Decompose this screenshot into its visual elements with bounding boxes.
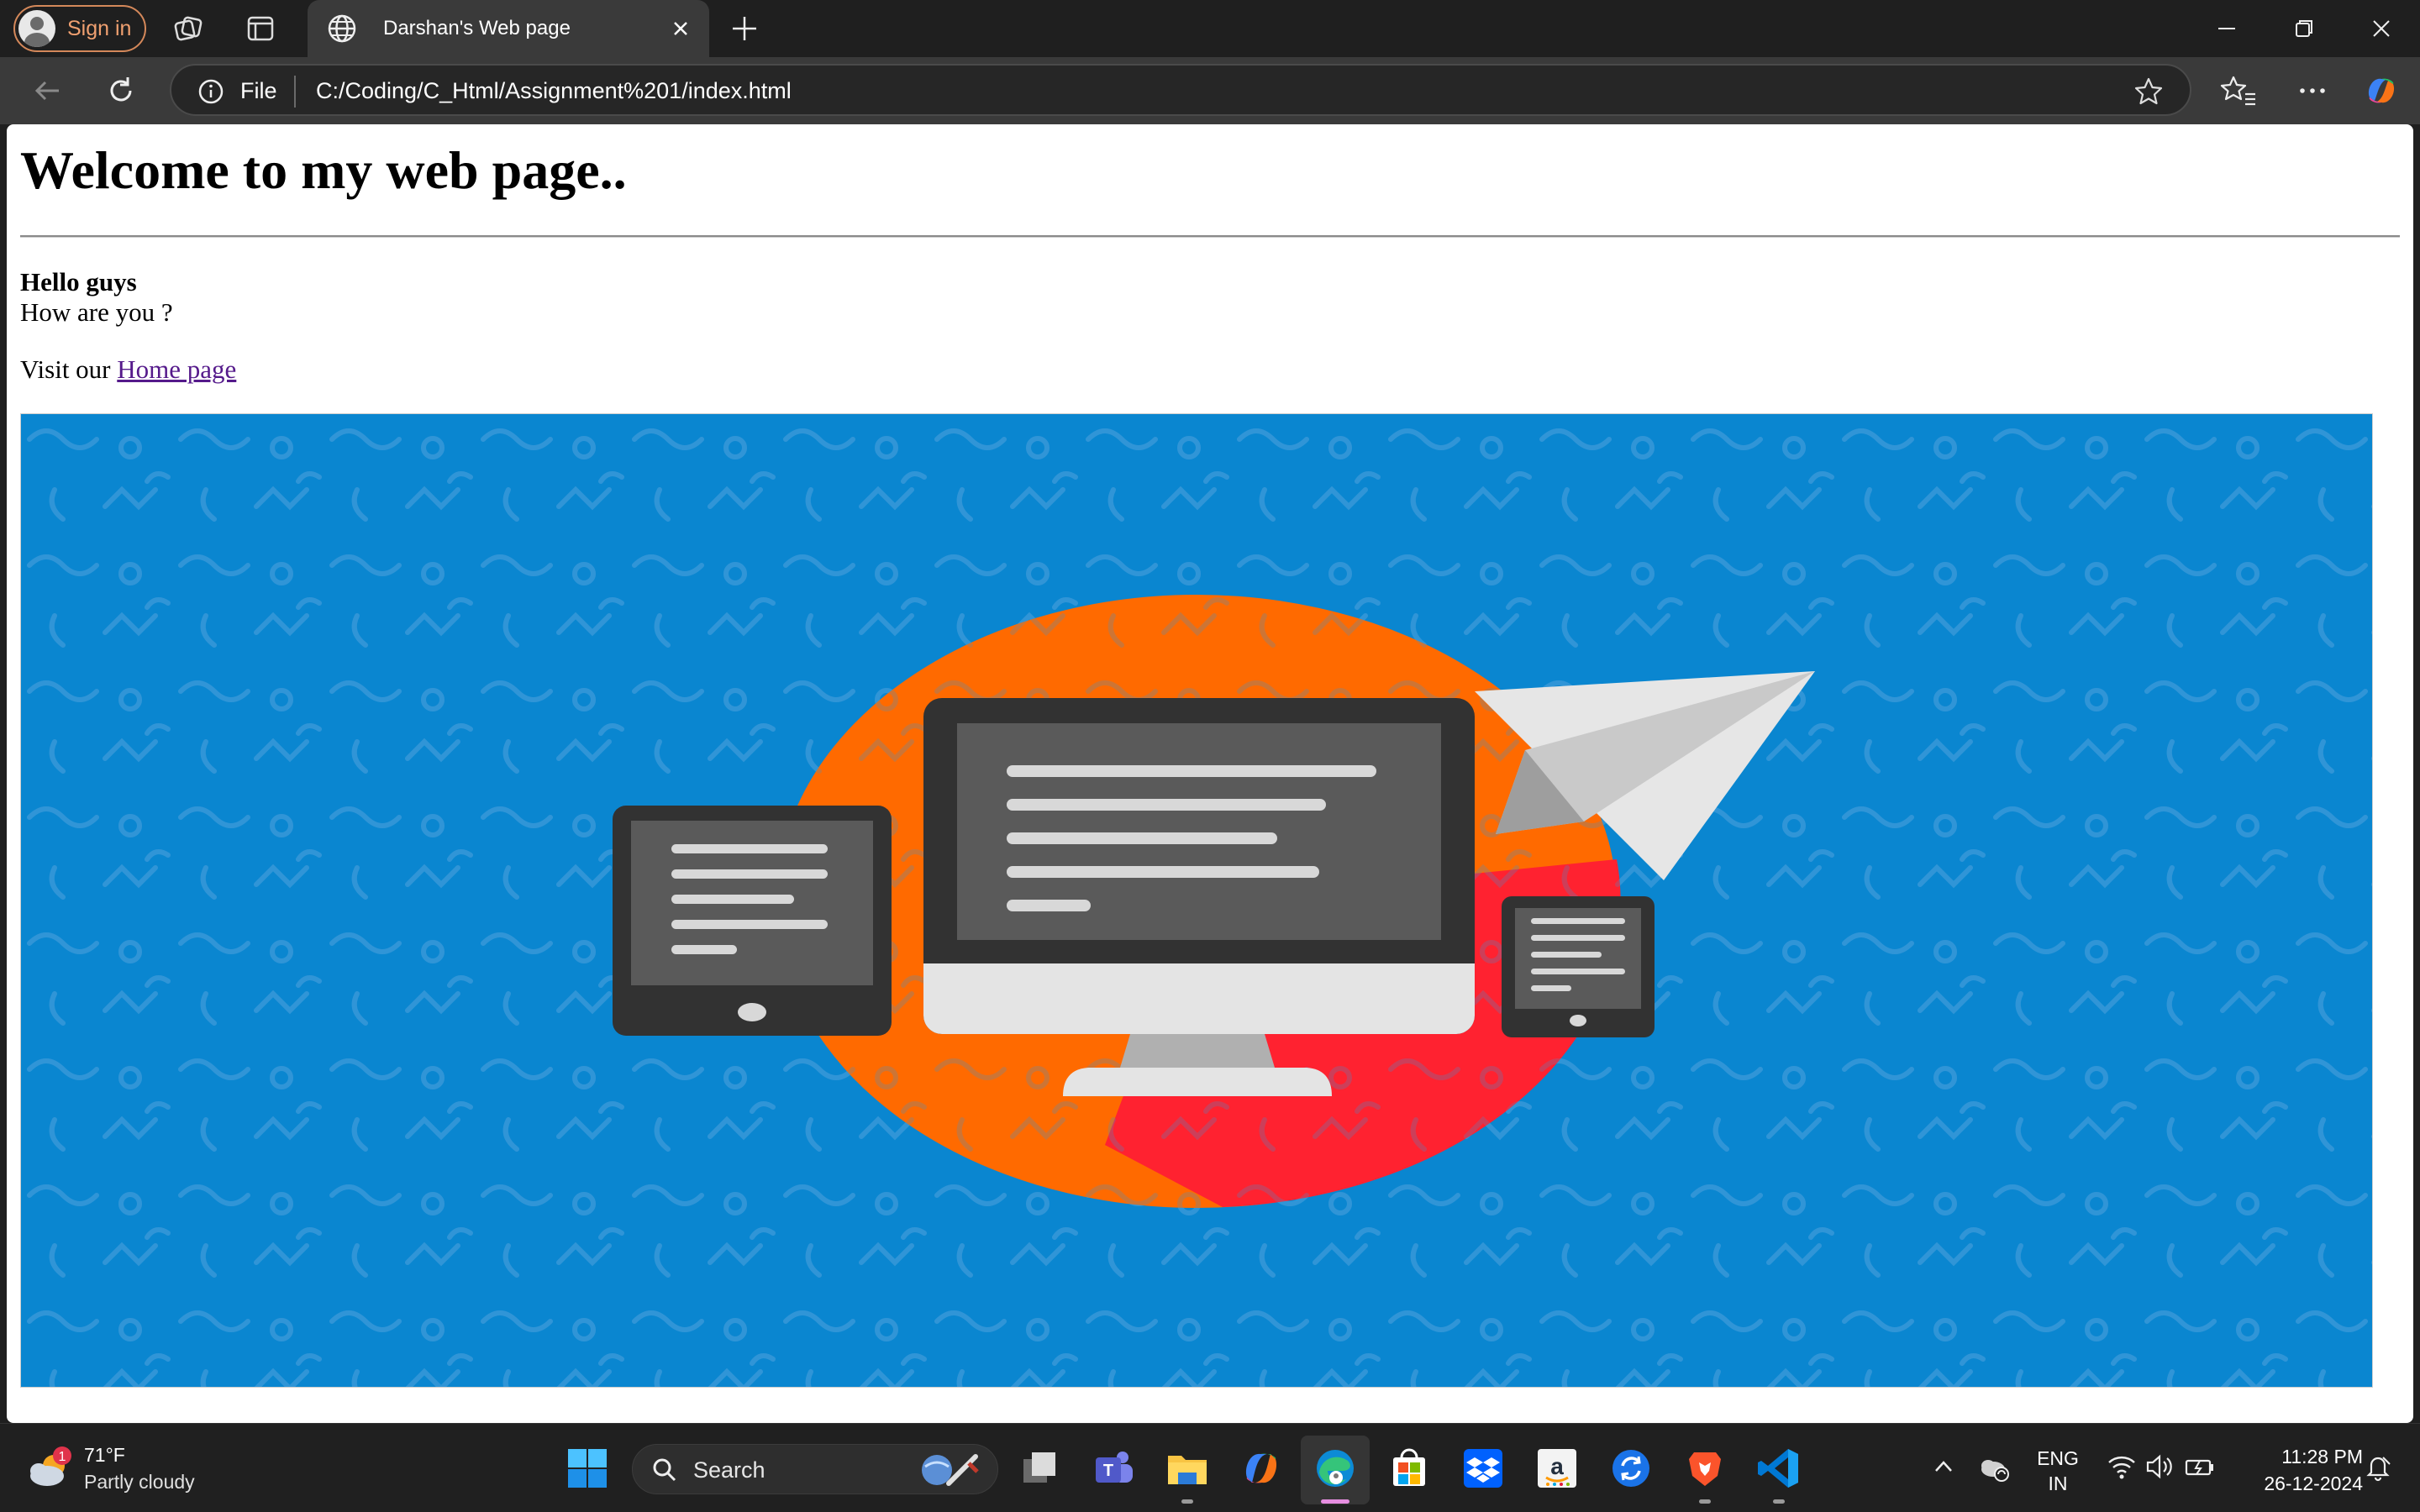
file-explorer-icon[interactable] [1165,1446,1210,1491]
sync-app-icon[interactable] [1608,1446,1654,1491]
visit-paragraph: Visit our Home page [20,354,236,385]
windows-start-icon[interactable] [565,1446,610,1491]
partly-cloudy-icon: 1 [30,1446,71,1486]
active-tab[interactable]: Darshan's Web page [308,0,709,57]
store-icon[interactable] [1386,1446,1432,1491]
running-indicator [1699,1499,1711,1504]
taskbar: 1 71°F Partly cloudy Search T a ENG IN 1… [0,1423,2420,1512]
hero-image [20,413,2373,1388]
running-indicator [1181,1499,1193,1504]
teams-icon[interactable]: T [1091,1446,1136,1491]
sign-in-label: Sign in [67,16,132,40]
search-icon [653,1458,676,1482]
taskbar-search[interactable]: Search [632,1444,998,1494]
search-highlight-icon [922,1454,979,1486]
edge-active-indicator [1321,1499,1349,1504]
workspaces-icon[interactable] [171,12,205,45]
weather-description: Partly cloudy [84,1471,195,1493]
restore-icon[interactable] [2287,12,2321,45]
horizontal-rule [20,235,2400,238]
copilot-icon[interactable] [2363,72,2400,109]
language-top[interactable]: ENG [2035,1447,2081,1470]
weather-temperature: 71°F [84,1444,125,1466]
avatar [18,10,55,47]
tab-title: Darshan's Web page [383,17,571,39]
task-view-icon[interactable] [1017,1446,1062,1491]
close-tab-icon[interactable] [667,15,694,42]
more-options-icon[interactable] [2294,72,2331,109]
new-tab-icon[interactable] [728,12,761,45]
running-indicator [1773,1499,1785,1504]
address-divider [294,76,296,108]
wifi-icon[interactable] [2106,1451,2138,1483]
notification-bell-icon[interactable] [2363,1452,2393,1483]
visit-prefix: Visit our [20,354,118,384]
copilot-app-icon[interactable] [1239,1446,1284,1491]
volume-icon[interactable] [2143,1451,2175,1483]
amazon-icon[interactable]: a [1534,1446,1580,1491]
chevron-up-icon[interactable] [1929,1452,1958,1481]
edge-icon[interactable] [1313,1446,1358,1491]
minimize-icon[interactable] [2210,12,2244,45]
brave-icon[interactable] [1682,1446,1728,1491]
clock-time[interactable]: 11:28 PM [2240,1446,2363,1468]
page-heading: Welcome to my web page.. [20,140,627,200]
clock-date[interactable]: 26-12-2024 [2240,1473,2363,1495]
tab-actions-icon[interactable] [244,12,277,45]
page-viewport: Welcome to my web page.. Hello guys How … [7,124,2413,1423]
title-bar: Sign in Darshan's Web page [0,0,2420,57]
onedrive-icon[interactable] [1976,1449,2012,1484]
file-scheme-label: File [240,78,277,103]
refresh-icon[interactable] [103,72,139,109]
search-label: Search [693,1457,765,1483]
language-bottom[interactable]: IN [2035,1473,2081,1495]
address-bar[interactable]: File C:/Coding/C_Html/Assignment%201/ind… [170,64,2191,116]
info-icon[interactable] [197,77,225,106]
weather-badge: 1 [59,1450,66,1464]
sign-in-button[interactable]: Sign in [13,5,146,52]
back-icon[interactable] [29,72,66,109]
battery-icon[interactable] [2183,1451,2217,1483]
close-window-icon[interactable] [2365,12,2398,45]
devices-illustration [21,414,2372,1387]
url-text[interactable]: C:/Coding/C_Html/Assignment%201/index.ht… [316,78,792,104]
dropbox-icon[interactable] [1460,1446,1506,1491]
greeting-line: How are you ? [20,297,173,327]
weather-widget[interactable]: 1 71°F Partly cloudy [25,1441,218,1499]
svg-text:a: a [1550,1453,1564,1479]
svg-text:T: T [1103,1462,1113,1480]
greeting-bold: Hello guys [20,267,137,297]
vscode-icon[interactable] [1756,1446,1802,1491]
browser-toolbar: File C:/Coding/C_Html/Assignment%201/ind… [0,57,2420,124]
favorite-star-icon[interactable] [2133,76,2165,108]
home-page-link[interactable]: Home page [117,354,236,384]
favorites-icon[interactable] [2220,72,2257,109]
globe-icon [328,14,356,43]
